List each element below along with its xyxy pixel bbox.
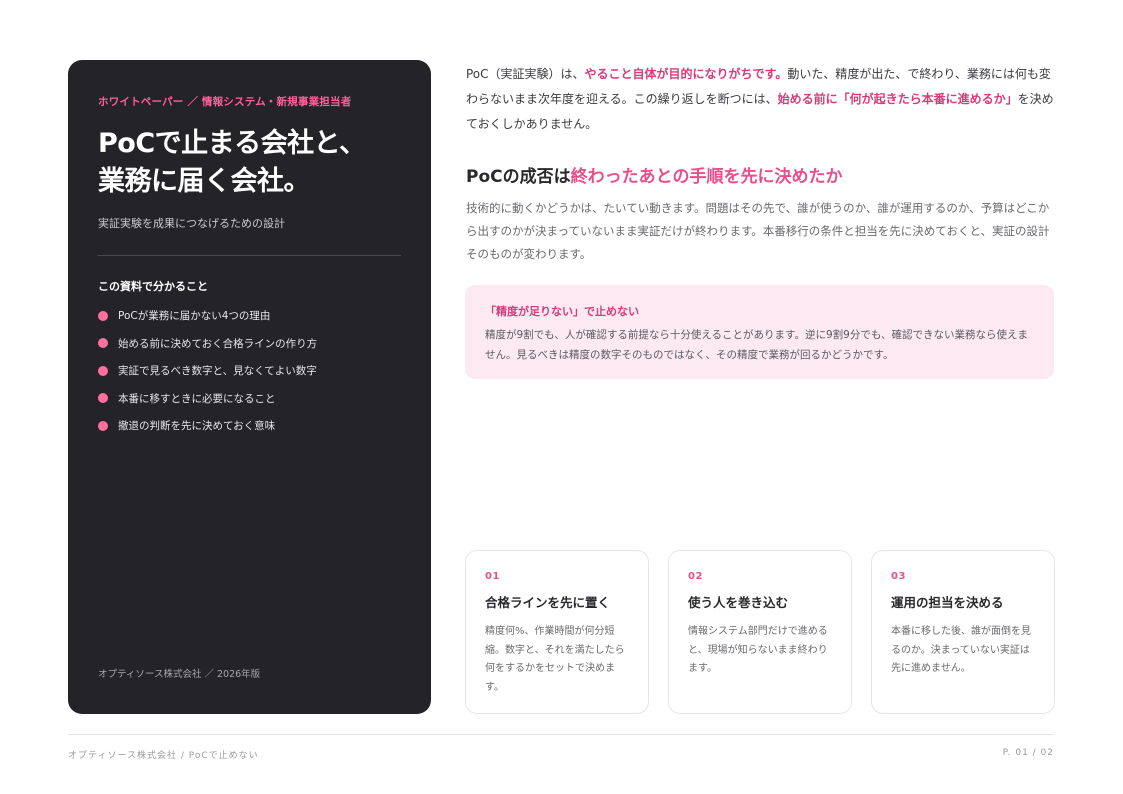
bullet-dot-icon (98, 420, 108, 431)
card-body: 本番に移した後、誰が面倒を見るのか。決まっていない実証は先に進めません。 (891, 626, 1031, 674)
intro-paragraph: PoC（実証実験）は、やること自体が目的になりがちです。動いた、精度が出た、で終… (466, 62, 1056, 137)
list-item: PoCが業務に届かない4つの理由 (98, 302, 401, 330)
list-item: 実証で見るべき数字と、見なくてよい数字 (98, 357, 401, 385)
list-item-text: PoCが業務に届かない4つの理由 (118, 310, 271, 323)
list-item-text: 始める前に決めておく合格ラインの作り方 (118, 337, 318, 350)
footer-document-name: オプティソース株式会社 / PoCで止めない (68, 751, 259, 761)
step-card-2: 02 使う人を巻き込む 情報システム部門だけで進めると、現場が知らないまま終わり… (668, 550, 852, 714)
bullet-dot-icon (98, 365, 108, 376)
divider (98, 255, 401, 256)
callout-box: 「精度が足りない」で止めない 精度が9割でも、人が確認する前提なら十分使えること… (465, 285, 1054, 379)
card-title: 運用の担当を決める (891, 595, 1004, 610)
intro-highlight-1: やること自体が目的になりがちです。 (584, 67, 788, 81)
footer-page-number: P. 01 / 02 (1002, 748, 1054, 758)
bullet-dot-icon (98, 310, 108, 321)
list-item: 撤退の判断を先に決めておく意味 (98, 412, 401, 440)
card-number: 02 (688, 571, 703, 582)
section-heading-plain: PoCの成否は (466, 167, 571, 187)
title-line-2: 業務に届く会社。 (98, 166, 311, 197)
document-subtitle: 実証実験を成果につなげるための設計 (98, 217, 285, 230)
list-item-text: 本番に移すときに必要になること (118, 392, 276, 405)
section-heading: PoCの成否は終わったあとの手順を先に決めたか (466, 162, 1066, 187)
section-heading-accent: 終わったあとの手順を先に決めたか (570, 167, 843, 187)
bullet-dot-icon (98, 393, 108, 404)
card-body: 精度何%、作業時間が何分短縮。数字と、それを満たしたら何をするかをセットで決めま… (485, 626, 625, 693)
card-number: 03 (891, 571, 906, 582)
list-item: 本番に移すときに必要になること (98, 385, 401, 413)
footer-divider (68, 734, 1054, 735)
callout-body: 精度が9割でも、人が確認する前提なら十分使えることがあります。逆に9割9分でも、… (485, 329, 1029, 361)
bullet-dot-icon (98, 338, 108, 349)
card-number: 01 (485, 571, 500, 582)
list-item: 始める前に決めておく合格ラインの作り方 (98, 330, 401, 358)
title-line-1: PoCで止まる会社と、 (98, 128, 366, 159)
section-body: 技術的に動くかどうかは、たいてい動きます。問題はその先で、誰が使うのか、誰が運用… (466, 201, 1050, 261)
learn-heading: この資料で分かること (98, 280, 208, 293)
list-item-text: 撤退の判断を先に決めておく意味 (118, 420, 276, 433)
cover-panel: ホワイトペーパー ／ 情報システム・新規事業担当者 PoCで止まる会社と、 業務… (68, 60, 431, 714)
step-card-1: 01 合格ラインを先に置く 精度何%、作業時間が何分短縮。数字と、それを満たした… (465, 550, 649, 714)
step-card-3: 03 運用の担当を決める 本番に移した後、誰が面倒を見るのか。決まっていない実証… (871, 550, 1055, 714)
card-title: 合格ラインを先に置く (485, 595, 611, 610)
document-title: PoCで止まる会社と、 業務に届く会社。 (98, 125, 401, 201)
intro-highlight-2: 始める前に「何が起きたら本番に進めるか」 (777, 92, 1018, 106)
eyebrow-label: ホワイトペーパー ／ 情報システム・新規事業担当者 (98, 96, 352, 108)
list-item-text: 実証で見るべき数字と、見なくてよい数字 (118, 365, 317, 378)
callout-heading: 「精度が足りない」で止めない (485, 305, 639, 318)
card-title: 使う人を巻き込む (688, 595, 789, 610)
learn-list: PoCが業務に届かない4つの理由 始める前に決めておく合格ラインの作り方 実証で… (98, 302, 401, 440)
panel-footer: オプティソース株式会社 ／ 2026年版 (98, 669, 261, 680)
intro-text-1: PoC（実証実験）は、 (466, 67, 585, 81)
card-body: 情報システム部門だけで進めると、現場が知らないまま終わります。 (688, 626, 828, 674)
